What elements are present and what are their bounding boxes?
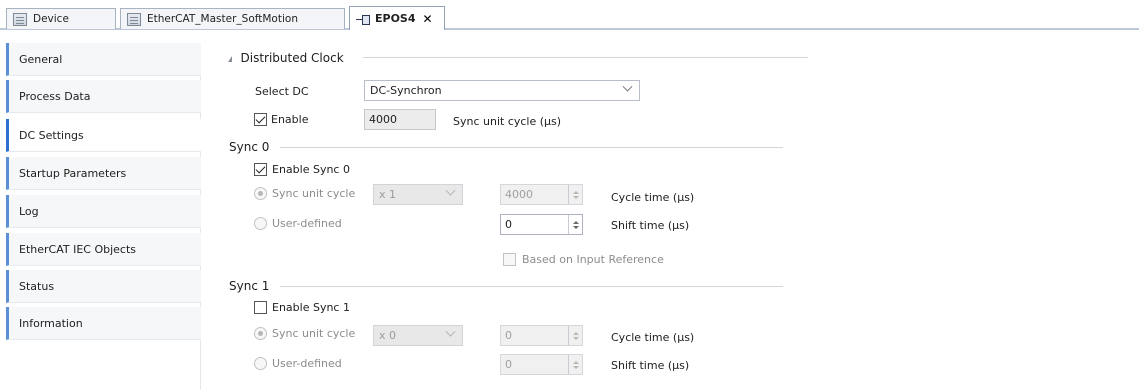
tab-epos4[interactable]: EPOS4 ✕ xyxy=(349,6,445,30)
divider xyxy=(363,57,808,58)
sync1-user-defined-label: User-defined xyxy=(272,357,342,370)
spinner-arrows-icon[interactable] xyxy=(568,215,582,234)
divider xyxy=(280,286,783,287)
sync1-cycle-time-spinner[interactable]: 0 xyxy=(500,325,583,346)
sync0-sync-unit-cycle-radio[interactable] xyxy=(254,187,267,200)
sync0-user-defined-radio[interactable] xyxy=(254,217,267,230)
sync1-multiplier-dropdown[interactable]: x 0 xyxy=(373,325,463,346)
input-reference-checkbox[interactable] xyxy=(503,253,516,266)
sync0-cycle-time-spinner[interactable]: 4000 xyxy=(500,184,583,205)
input-reference-label: Based on Input Reference xyxy=(522,253,664,266)
sync1-sync-unit-cycle-radio[interactable] xyxy=(254,327,267,340)
sync1-shift-time-value: 0 xyxy=(505,358,512,371)
sync1-cycle-time-label: Cycle time (µs) xyxy=(611,331,695,344)
sync0-shift-time-value: 0 xyxy=(505,218,512,231)
sync1-cycle-time-value: 0 xyxy=(505,329,512,342)
select-dc-label: Select DC xyxy=(255,85,309,98)
sync1-title: Sync 1 xyxy=(229,279,270,293)
nav-item-dc-settings[interactable]: DC Settings xyxy=(6,119,201,152)
sync1-shift-time-label: Shift time (µs) xyxy=(611,359,690,372)
sync0-user-defined-label: User-defined xyxy=(272,217,342,230)
device-icon xyxy=(13,12,27,26)
spinner-arrows-icon[interactable] xyxy=(568,185,582,204)
tab-label: EPOS4 xyxy=(375,12,416,25)
editor-tab-strip: Device EtherCAT_Master_SoftMotion EPOS4 … xyxy=(0,0,1139,30)
nav-item-information[interactable]: Information xyxy=(6,307,201,340)
nav-item-general[interactable]: General xyxy=(6,43,201,76)
sync1-sync-unit-cycle-label: Sync unit cycle xyxy=(272,327,356,340)
chevron-down-icon xyxy=(622,81,633,92)
select-dc-dropdown[interactable]: DC-Synchron xyxy=(364,80,640,101)
nav-item-status[interactable]: Status xyxy=(6,270,201,303)
dc-enable-label: Enable xyxy=(271,113,309,126)
nav-item-log[interactable]: Log xyxy=(6,195,201,228)
sync-unit-cycle-unit: Sync unit cycle (µs) xyxy=(453,115,562,128)
sync0-title: Sync 0 xyxy=(229,140,270,154)
tab-device[interactable]: Device xyxy=(6,8,116,29)
chevron-down-icon xyxy=(445,326,456,337)
sync0-multiplier-dropdown[interactable]: x 1 xyxy=(373,184,463,205)
section-title: Distributed Clock xyxy=(240,51,344,65)
settings-nav: General Process Data DC Settings Startup… xyxy=(6,43,201,390)
device-icon xyxy=(127,12,141,26)
drive-icon xyxy=(356,14,370,25)
tab-label: Device xyxy=(33,13,69,25)
spinner-arrows-icon[interactable] xyxy=(568,355,582,374)
dc-enable-checkbox[interactable] xyxy=(254,113,267,126)
sync0-cycle-time-value: 4000 xyxy=(505,188,533,201)
distributed-clock-header[interactable]: Distributed Clock xyxy=(228,51,344,65)
enable-sync1-label: Enable Sync 1 xyxy=(272,301,350,314)
enable-sync0-checkbox[interactable] xyxy=(254,163,267,176)
sync1-multiplier-value: x 0 xyxy=(379,329,397,342)
enable-sync0-label: Enable Sync 0 xyxy=(272,163,350,176)
nav-item-startup-parameters[interactable]: Startup Parameters xyxy=(6,157,201,190)
chevron-down-icon xyxy=(445,185,456,196)
nav-item-process-data[interactable]: Process Data xyxy=(6,80,201,113)
sync0-cycle-time-label: Cycle time (µs) xyxy=(611,191,695,204)
enable-sync1-checkbox[interactable] xyxy=(254,301,267,314)
select-dc-value: DC-Synchron xyxy=(370,84,442,97)
tab-ethercat-master[interactable]: EtherCAT_Master_SoftMotion xyxy=(120,8,345,29)
sync1-user-defined-radio[interactable] xyxy=(254,357,267,370)
close-icon[interactable]: ✕ xyxy=(423,12,433,26)
sync0-shift-time-label: Shift time (µs) xyxy=(611,219,690,232)
sync0-shift-time-spinner[interactable]: 0 xyxy=(500,214,583,235)
nav-item-ethercat-iec-objects[interactable]: EtherCAT IEC Objects xyxy=(6,233,201,266)
sync0-sync-unit-cycle-label: Sync unit cycle xyxy=(272,187,356,200)
collapse-triangle-icon xyxy=(228,56,232,62)
sync0-multiplier-value: x 1 xyxy=(379,188,397,201)
spinner-arrows-icon[interactable] xyxy=(568,326,582,345)
divider xyxy=(280,147,783,148)
sync-unit-cycle-field[interactable]: 4000 xyxy=(364,109,436,130)
sync1-shift-time-spinner[interactable]: 0 xyxy=(500,354,583,375)
tab-label: EtherCAT_Master_SoftMotion xyxy=(147,13,298,25)
dc-settings-panel: Distributed Clock Select DC DC-Synchron … xyxy=(218,43,1139,390)
